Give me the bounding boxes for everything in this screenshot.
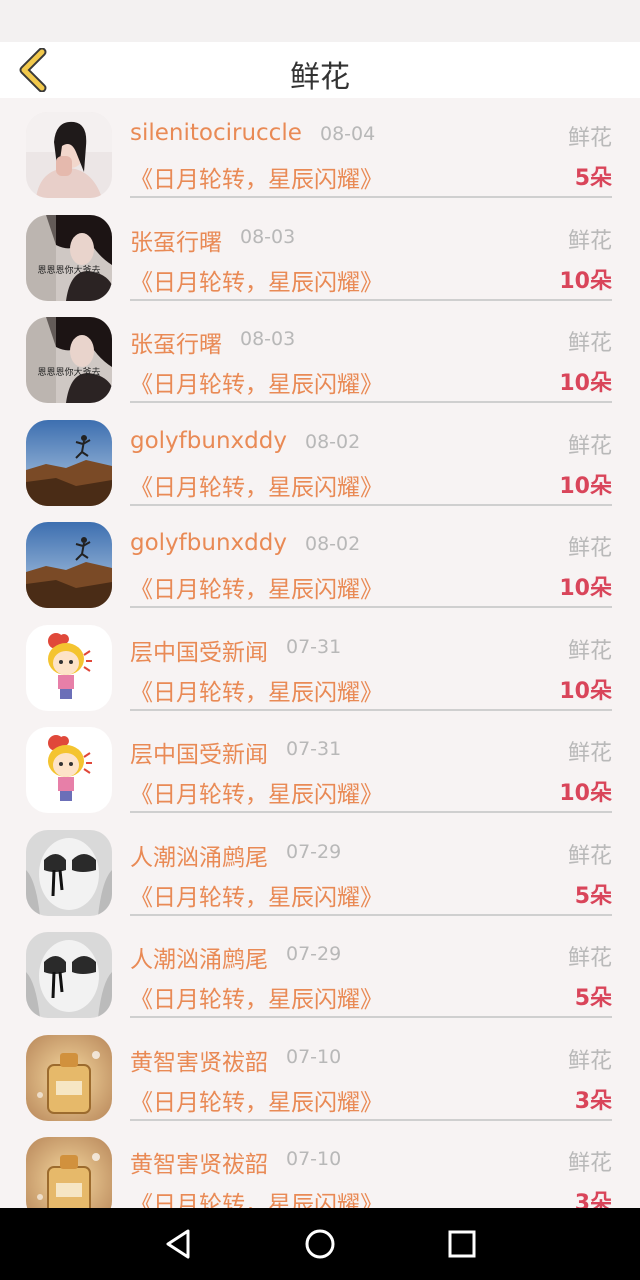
record-date: 08-03: [240, 328, 296, 350]
gift-name: 《日月轮转，星辰闪耀》: [130, 372, 383, 398]
record-date: 07-31: [286, 635, 342, 658]
gift-quantity: 5朵: [574, 883, 612, 909]
gift-type: 鲜花: [567, 1048, 612, 1074]
record-date: 07-31: [286, 738, 342, 760]
divider: [130, 708, 612, 711]
gift-type: 鲜花: [567, 536, 612, 561]
gift-record-list[interactable]: silenitociruccle 08-04 鲜花 《日月轮转，星辰闪耀》 5朵 恩恩恩你…: [0, 98, 640, 1208]
record-date: 08-04: [320, 123, 376, 145]
gift-type: 鲜花: [567, 1151, 612, 1176]
sender-name: 黄智害贤祓韶: [130, 1152, 268, 1178]
gift-name: 《日月轮转，星辰闪耀》: [130, 167, 383, 193]
gift-name: 《日月轮转，星辰闪耀》: [130, 782, 383, 808]
gift-quantity: 10朵: [559, 781, 612, 806]
record-date: 08-02: [305, 430, 361, 453]
divider: [130, 401, 612, 403]
status-bar: [0, 0, 640, 42]
gift-quantity: 10朵: [559, 268, 612, 294]
record-date: 07-29: [286, 840, 342, 863]
gift-type: 鲜花: [567, 228, 612, 254]
avatar[interactable]: [26, 624, 112, 711]
record-date: 07-10: [286, 1148, 342, 1170]
sender-name: golyfbunxddy: [130, 427, 287, 454]
sender-name: 张虿行曙: [130, 229, 222, 256]
record-date: 08-03: [240, 225, 296, 248]
gift-type: 鲜花: [567, 843, 612, 869]
header: 鲜花: [0, 42, 640, 98]
list-item[interactable]: 恩恩恩你大爷去 张虿行曙 08-03 鲜花《日月轮转，星辰闪耀》 10朵: [0, 201, 640, 304]
avatar[interactable]: [26, 522, 112, 608]
gift-type: 鲜花: [567, 946, 612, 971]
gift-name: 《日月轮转，星辰闪耀》: [130, 1192, 383, 1208]
divider: [130, 1016, 612, 1018]
gift-quantity: 10朵: [559, 371, 612, 396]
avatar[interactable]: 恩恩恩你大爷去: [26, 317, 112, 403]
list-item[interactable]: golyfbunxddy 08-02 鲜花《日月轮转，星辰闪耀》 10朵: [0, 406, 640, 509]
back-triangle-icon[interactable]: [158, 1224, 198, 1264]
list-item[interactable]: golyfbunxddy 08-02 鲜花《日月轮转，星辰闪耀》 10朵: [0, 508, 640, 611]
avatar-caption: 恩恩恩你大爷去: [37, 366, 100, 378]
gift-quantity: 10朵: [559, 473, 612, 499]
gift-quantity: 5朵: [574, 986, 612, 1011]
sender-name: 层中国受新闻: [130, 742, 268, 768]
gift-name: 《日月轮转，星辰闪耀》: [130, 987, 383, 1013]
recent-square-icon[interactable]: [442, 1224, 482, 1264]
record-date: 07-29: [286, 943, 342, 965]
list-item[interactable]: 黄智害贤祓韶 07-10 鲜花《日月轮转，星辰闪耀》 3朵: [0, 1123, 640, 1208]
avatar[interactable]: 恩恩恩你大爷去: [26, 214, 112, 301]
sender-name: 人潮汹涌鹧尾: [130, 844, 268, 871]
gift-type: 鲜花: [567, 638, 612, 664]
avatar-caption: 恩恩恩你大爷去: [37, 264, 100, 276]
avatar[interactable]: [26, 1137, 112, 1208]
divider: [130, 811, 612, 813]
divider: [130, 503, 612, 506]
list-item[interactable]: silenitociruccle 08-04 鲜花《日月轮转，星辰闪耀》 5朵: [0, 98, 640, 201]
page-title: 鲜花: [290, 60, 350, 95]
avatar[interactable]: [26, 419, 112, 506]
divider: [130, 1118, 612, 1121]
avatar[interactable]: [26, 112, 112, 198]
gift-name: 《日月轮转，星辰闪耀》: [130, 269, 383, 296]
divider: [130, 298, 612, 301]
gift-quantity: 5朵: [574, 166, 612, 191]
list-item[interactable]: 人潮汹涌鹧尾 07-29 鲜花《日月轮转，星辰闪耀》 5朵: [0, 918, 640, 1021]
sender-name: 张虿行曙: [130, 332, 222, 358]
gift-quantity: 10朵: [559, 576, 612, 601]
avatar[interactable]: [26, 727, 112, 813]
record-date: 07-10: [286, 1045, 342, 1068]
record-date: 08-02: [305, 533, 361, 555]
gift-type: 鲜花: [567, 433, 612, 459]
divider: [130, 196, 612, 198]
gift-quantity: 10朵: [559, 678, 612, 704]
gift-name: 《日月轮转，星辰闪耀》: [130, 884, 383, 911]
gift-type: 鲜花: [567, 126, 612, 151]
gift-name: 《日月轮转，星辰闪耀》: [130, 577, 383, 603]
chevron-left-icon: [19, 48, 47, 92]
gift-quantity: 3朵: [574, 1088, 612, 1114]
divider: [130, 606, 612, 608]
gift-type: 鲜花: [567, 741, 612, 766]
avatar[interactable]: [26, 1034, 112, 1121]
back-button[interactable]: [12, 48, 56, 92]
list-item[interactable]: 黄智害贤祓韶 07-10 鲜花《日月轮转，星辰闪耀》 3朵: [0, 1021, 640, 1124]
gift-name: 《日月轮转，星辰闪耀》: [130, 679, 383, 706]
gift-type: 鲜花: [567, 331, 612, 356]
home-circle-icon[interactable]: [300, 1224, 340, 1264]
sender-name: 人潮汹涌鹧尾: [130, 947, 268, 973]
list-item[interactable]: 恩恩恩你大爷去 张虿行曙 08-03 鲜花《日月轮转，星辰闪耀》 10朵: [0, 303, 640, 406]
gift-name: 《日月轮转，星辰闪耀》: [130, 1089, 383, 1116]
gift-name: 《日月轮转，星辰闪耀》: [130, 474, 383, 501]
list-item[interactable]: 人潮汹涌鹧尾 07-29 鲜花《日月轮转，星辰闪耀》 5朵: [0, 816, 640, 919]
avatar[interactable]: [26, 932, 112, 1018]
gift-quantity: 3朵: [574, 1191, 612, 1208]
sender-name: silenitociruccle: [130, 120, 302, 146]
sender-name: 层中国受新闻: [130, 639, 268, 666]
list-item[interactable]: 层中国受新闻 07-31 鲜花《日月轮转，星辰闪耀》 10朵: [0, 713, 640, 816]
system-nav-bar: [0, 1208, 640, 1280]
list-item[interactable]: 层中国受新闻 07-31 鲜花《日月轮转，星辰闪耀》 10朵: [0, 611, 640, 714]
avatar[interactable]: [26, 829, 112, 916]
sender-name: 黄智害贤祓韶: [130, 1049, 268, 1076]
divider: [130, 913, 612, 916]
sender-name: golyfbunxddy: [130, 530, 287, 556]
